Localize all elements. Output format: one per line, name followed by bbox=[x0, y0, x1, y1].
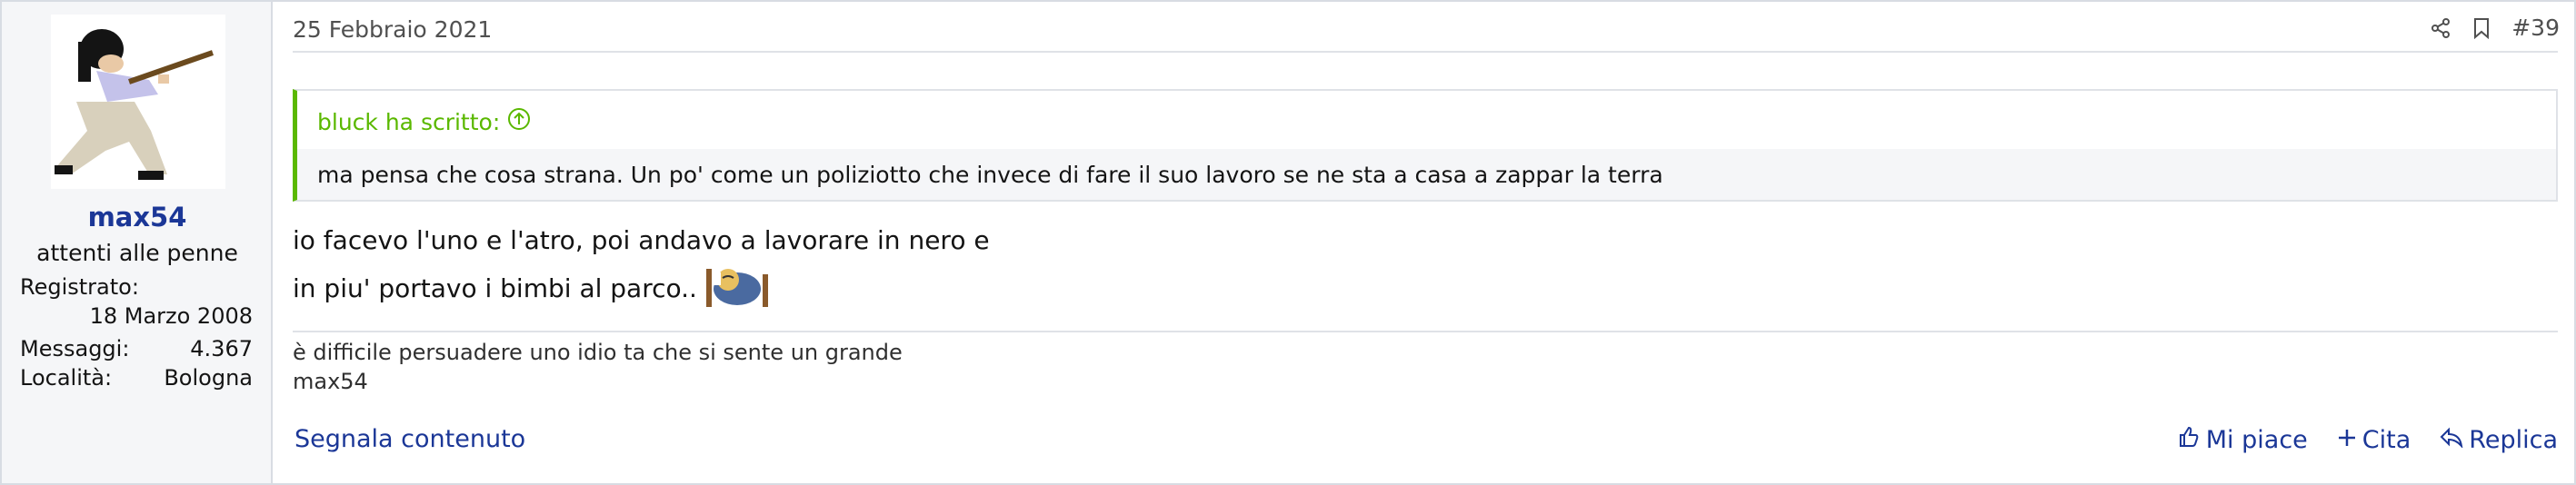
signature-divider bbox=[293, 331, 2558, 332]
user-cell: max54 attenti alle penne Registrato: 18 … bbox=[2, 2, 273, 483]
reply-label[interactable]: Replica bbox=[2469, 426, 2558, 454]
user-extra-location: Località: Bologna bbox=[20, 365, 253, 391]
quote-block: bluck ha scritto: ma pensa che cosa stra… bbox=[293, 89, 2558, 202]
quote-button[interactable]: Cita bbox=[2337, 425, 2411, 455]
like-button[interactable]: Mi piace bbox=[2177, 425, 2308, 455]
sleeping-smiley-icon bbox=[704, 262, 770, 315]
reply-arrow-icon[interactable] bbox=[2440, 426, 2463, 454]
report-link[interactable]: Segnala contenuto bbox=[295, 425, 525, 453]
quote-label[interactable]: Cita bbox=[2362, 426, 2411, 454]
message-line: io facevo l'uno e l'atro, poi andavo a l… bbox=[293, 225, 990, 255]
reply-button[interactable]: Replica bbox=[2440, 425, 2558, 455]
quote-author[interactable]: bluck ha scritto: bbox=[317, 107, 531, 136]
like-label[interactable]: Mi piace bbox=[2206, 426, 2308, 454]
arrow-up-circle-icon[interactable] bbox=[507, 107, 531, 136]
extra-value: Bologna bbox=[164, 365, 253, 391]
share-icon[interactable] bbox=[2430, 17, 2451, 39]
signature-line: max54 bbox=[293, 369, 368, 394]
post-header-actions: #39 bbox=[2430, 15, 2560, 41]
post-number[interactable]: #39 bbox=[2511, 15, 2560, 41]
bookmark-icon[interactable] bbox=[2471, 17, 2491, 39]
extra-label: Registrato: bbox=[20, 274, 139, 300]
post-actions: Mi piace Cita Replica bbox=[2177, 425, 2558, 455]
user-extra-registered: Registrato: bbox=[20, 274, 253, 300]
post-date[interactable]: 25 Febbraio 2021 bbox=[293, 16, 492, 43]
quote-text: ma pensa che cosa strana. Un po' come un… bbox=[297, 149, 2556, 200]
post-main: 25 Febbraio 2021 #39 bluck ha scritto: m… bbox=[273, 2, 2574, 483]
quote-author-text[interactable]: bluck ha scritto: bbox=[317, 109, 500, 135]
username[interactable]: max54 bbox=[2, 202, 273, 233]
user-title: attenti alle penne bbox=[36, 240, 238, 266]
header-divider bbox=[293, 51, 2558, 53]
extra-label: Messaggi: bbox=[20, 336, 130, 361]
forum-post: max54 attenti alle penne Registrato: 18 … bbox=[0, 0, 2576, 485]
message-line: in piu' portavo i bimbi al parco.. bbox=[293, 273, 697, 303]
extra-value: 18 Marzo 2008 bbox=[89, 303, 253, 329]
avatar[interactable] bbox=[51, 15, 225, 189]
user-extra-messages: Messaggi: 4.367 bbox=[20, 336, 253, 361]
extra-value: 4.367 bbox=[190, 336, 253, 361]
signature-line: è difficile persuadere uno idio ta che s… bbox=[293, 340, 903, 365]
plus-icon[interactable] bbox=[2337, 426, 2357, 454]
thumbs-up-icon[interactable] bbox=[2177, 425, 2201, 455]
extra-label: Località: bbox=[20, 365, 113, 391]
message-line-2: in piu' portavo i bimbi al parco.. bbox=[293, 262, 770, 315]
